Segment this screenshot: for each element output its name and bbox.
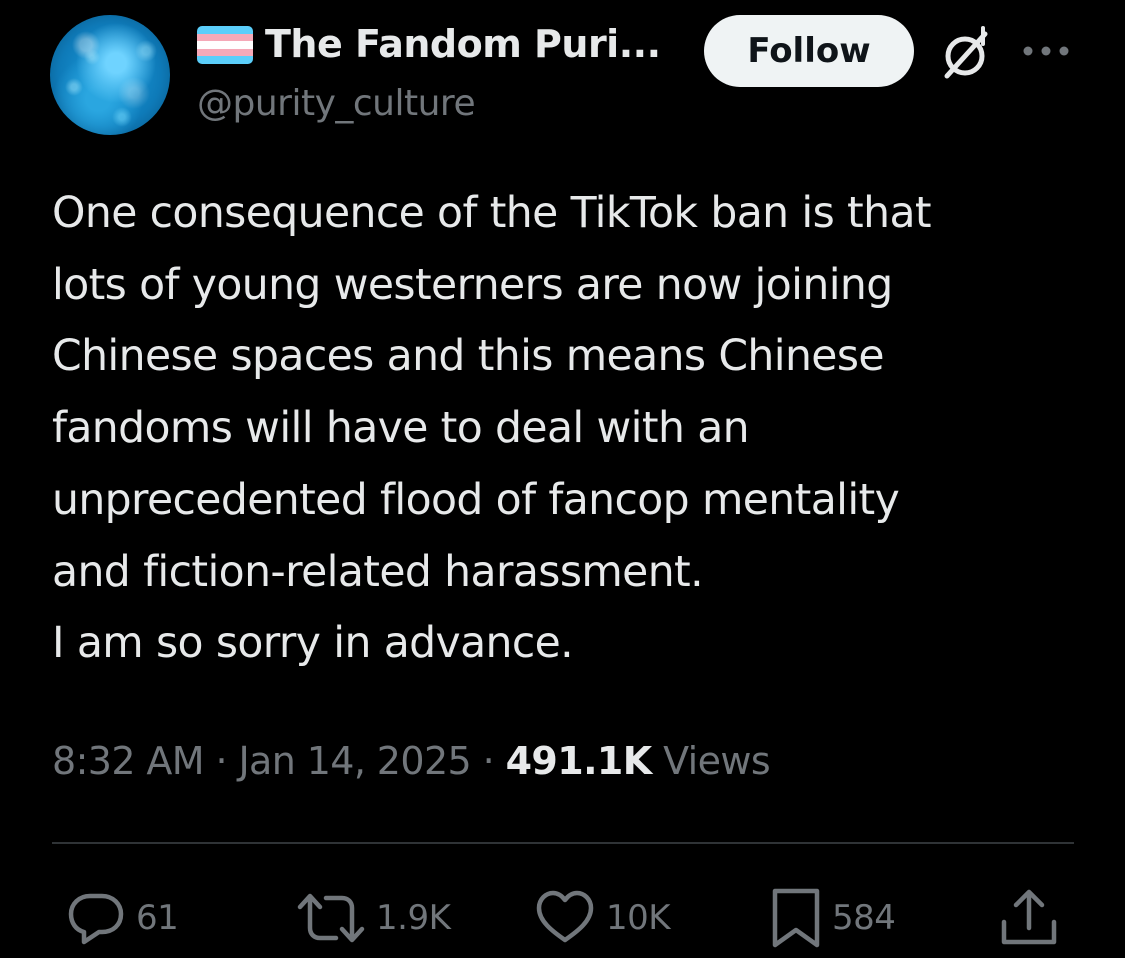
- share-icon: [1001, 889, 1057, 945]
- follow-button[interactable]: Follow: [704, 15, 914, 87]
- bookmark-icon: [772, 888, 820, 948]
- views-label: Views: [651, 739, 771, 783]
- author-handle[interactable]: @purity_culture: [197, 80, 476, 128]
- repost-count: 1.9K: [376, 898, 451, 938]
- grok-icon[interactable]: [935, 24, 995, 84]
- tweet-time[interactable]: 8:32 AM: [52, 739, 205, 783]
- avatar[interactable]: [50, 15, 170, 135]
- flag-stripe: [197, 56, 253, 64]
- like-button[interactable]: 10K: [534, 882, 671, 954]
- trans-flag-icon: [197, 26, 253, 64]
- flag-stripe: [197, 33, 253, 42]
- repost-button[interactable]: 1.9K: [296, 882, 451, 954]
- divider: [52, 842, 1074, 844]
- heart-icon: [536, 890, 594, 943]
- views-count[interactable]: 491.1K: [506, 739, 653, 783]
- bookmark-count: 584: [832, 898, 896, 938]
- tweet-text: One consequence of the TikTok ban is tha…: [52, 189, 932, 669]
- reply-count: 61: [136, 898, 179, 938]
- flag-stripe: [197, 41, 253, 49]
- like-count: 10K: [606, 898, 671, 938]
- tweet-detail: The Fandom Puri... @purity_culture Follo…: [0, 0, 1125, 958]
- tweet-date[interactable]: Jan 14, 2025: [238, 739, 471, 783]
- meta-separator: ·: [471, 739, 506, 783]
- reply-icon: [68, 893, 124, 945]
- more-options-icon[interactable]: [1020, 34, 1072, 68]
- share-button[interactable]: [998, 882, 1060, 954]
- repost-icon: [297, 893, 365, 943]
- meta-separator: ·: [204, 739, 239, 783]
- tweet-meta: 8:32 AM · Jan 14, 2025 · 491.1K Views: [52, 734, 771, 788]
- flag-stripe: [197, 48, 253, 57]
- bookmark-button[interactable]: 584: [770, 882, 896, 954]
- reply-button[interactable]: 61: [66, 882, 179, 954]
- flag-stripe: [197, 26, 253, 34]
- author-display-name[interactable]: The Fandom Puri...: [265, 18, 661, 70]
